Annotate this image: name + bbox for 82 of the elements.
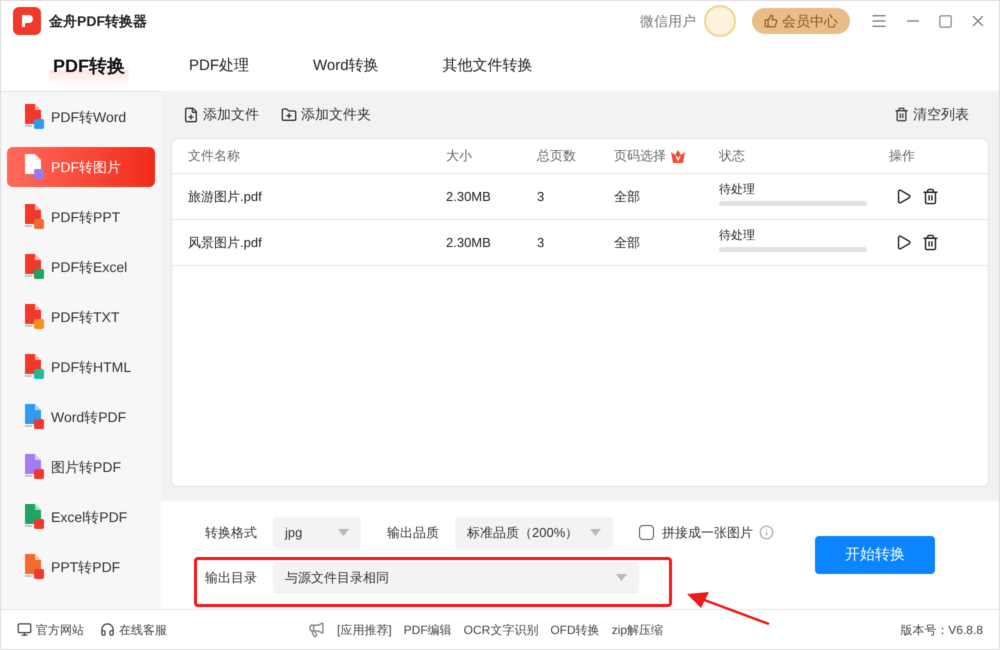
delete-icon[interactable] — [922, 234, 939, 251]
add-folder-button[interactable]: 添加文件夹 — [281, 104, 371, 125]
headset-icon — [100, 622, 115, 637]
file-conversion-icon — [23, 354, 45, 380]
merge-checkbox[interactable]: 拼接成一张图片 — [639, 522, 753, 542]
file-size-cell-text: 2.30MB — [446, 188, 492, 206]
sidebar-item[interactable]: PDF转Word — [7, 97, 155, 137]
app-link[interactable]: OCR文字识别 — [464, 620, 538, 638]
app-logo — [13, 7, 41, 35]
file-conversion-icon — [23, 404, 45, 430]
file-conversion-icon — [23, 304, 45, 330]
sidebar-item[interactable]: Word转PDF — [7, 397, 155, 437]
page-count-cell-text: 3 — [537, 234, 546, 252]
sidebar-item[interactable]: PPT转PDF — [7, 547, 155, 587]
megaphone-icon — [308, 621, 325, 638]
file-plus-icon — [183, 106, 199, 122]
sidebar-item[interactable]: PDF转PPT — [7, 197, 155, 237]
user-name[interactable]: 微信用户 — [640, 10, 696, 32]
start-convert-button[interactable]: 开始转换 — [815, 536, 935, 574]
file-conversion-icon — [23, 254, 45, 280]
dropdown-caret-icon — [616, 574, 627, 581]
play-icon[interactable] — [895, 188, 912, 205]
file-name-cell-text: 旅游图片.pdf — [188, 188, 263, 206]
clear-list-button[interactable]: 清空列表 — [894, 104, 969, 125]
page-count-cell-text: 3 — [537, 188, 546, 206]
version-text: 版本号：V6.8.8 — [900, 622, 983, 638]
format-dropdown[interactable]: jpg — [273, 516, 361, 548]
output-dropdown[interactable]: 与源文件目录相同 — [273, 562, 639, 594]
file-conversion-icon — [23, 554, 45, 580]
file-name-cell-text: 风景图片.pdf — [188, 234, 263, 252]
column-header: 总页数 — [537, 147, 577, 166]
crown-icon — [670, 148, 686, 164]
folder-plus-icon — [281, 106, 297, 122]
monitor-icon — [17, 622, 32, 637]
file-conversion-icon — [23, 104, 45, 130]
quality-label: 输出品质 — [387, 524, 440, 542]
footer-link[interactable]: 在线客服 — [100, 620, 167, 638]
file-row[interactable]: 旅游图片.pdf 2.30MB 3 全部 待处理 — [172, 174, 988, 220]
file-size-cell-text: 2.30MB — [446, 234, 492, 252]
file-conversion-icon — [23, 154, 45, 180]
footer-link[interactable]: 官方网站 — [17, 620, 84, 638]
tab[interactable]: PDF处理 — [185, 46, 253, 86]
dropdown-caret-icon — [590, 529, 601, 536]
quality-dropdown[interactable]: 标准品质（200%） — [455, 516, 613, 548]
menu-icon[interactable] — [870, 12, 888, 30]
column-header: 文件名称 — [188, 147, 241, 166]
dropdown-caret-icon — [338, 529, 349, 536]
vip-center-button[interactable]: 会员中心 — [752, 8, 850, 34]
app-link[interactable]: zip解压缩 — [612, 620, 664, 638]
sidebar-item[interactable]: 图片转PDF — [7, 447, 155, 487]
column-header: 大小 — [446, 147, 473, 166]
play-icon[interactable] — [895, 234, 912, 251]
info-icon[interactable] — [759, 525, 774, 540]
thumbs-up-icon — [764, 14, 778, 28]
output-label: 输出目录 — [205, 568, 258, 587]
sidebar-item[interactable]: PDF转TXT — [7, 297, 155, 337]
status-text: 待处理 — [719, 180, 756, 198]
page-range-cell-text: 全部 — [614, 234, 641, 252]
file-conversion-icon — [23, 454, 45, 480]
tab[interactable]: Word转换 — [309, 46, 383, 86]
format-label: 转换格式 — [205, 524, 258, 542]
maximize-icon[interactable] — [938, 14, 953, 28]
trash-icon — [894, 107, 909, 122]
sidebar-item[interactable]: PDF转图片 — [7, 147, 155, 187]
sidebar-item[interactable]: Excel转PDF — [7, 497, 155, 537]
column-header: 状态 — [719, 147, 746, 166]
app-link[interactable]: OFD转换 — [550, 620, 600, 638]
sidebar-item[interactable]: PDF转Excel — [7, 247, 155, 287]
app-link[interactable]: PDF编辑 — [404, 620, 452, 638]
file-conversion-icon — [23, 504, 45, 530]
file-conversion-icon — [23, 204, 45, 230]
column-header: 页码选择 — [614, 146, 719, 166]
status-text: 待处理 — [719, 226, 756, 244]
window-title: 金舟PDF转换器 — [49, 12, 147, 30]
page-range-cell-text: 全部 — [614, 188, 641, 206]
file-row[interactable]: 风景图片.pdf 2.30MB 3 全部 待处理 — [172, 220, 988, 266]
add-file-button[interactable]: 添加文件 — [183, 104, 259, 125]
recommend-label: [应用推荐] — [337, 622, 392, 638]
sidebar-item[interactable]: PDF转HTML — [7, 347, 155, 387]
delete-icon[interactable] — [922, 188, 939, 205]
column-header: 操作 — [889, 147, 915, 166]
tab[interactable]: 其他文件转换 — [438, 46, 537, 86]
